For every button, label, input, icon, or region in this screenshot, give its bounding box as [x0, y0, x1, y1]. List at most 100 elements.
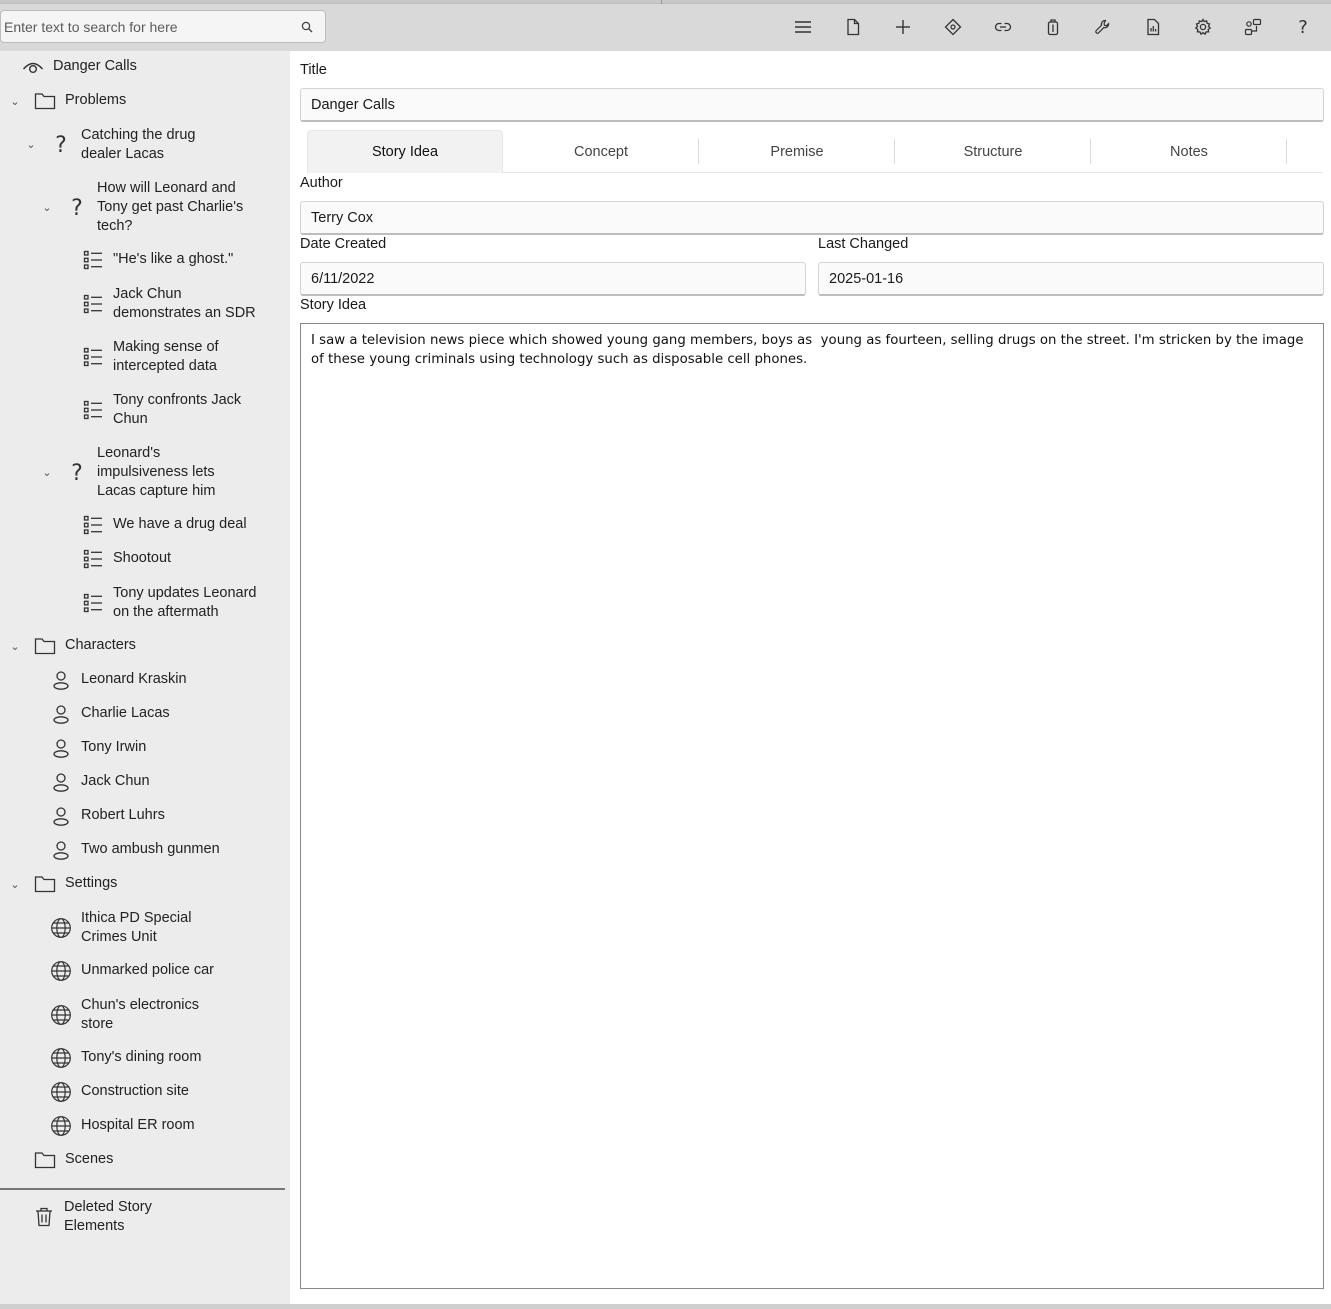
title-field[interactable] [311, 96, 1323, 113]
question-icon: ? [55, 132, 67, 158]
folder-icon [33, 634, 57, 658]
tab-premise[interactable]: Premise [699, 130, 895, 173]
author-label: Author [300, 175, 343, 191]
tab-label: Premise [770, 143, 824, 160]
person-icon [49, 804, 73, 828]
search-input[interactable] [1, 11, 289, 42]
settings-icon[interactable] [1185, 10, 1221, 44]
help-label: ? [1298, 16, 1308, 38]
person-icon [49, 838, 73, 862]
list-icon [81, 513, 105, 537]
tools-icon[interactable] [1085, 10, 1121, 44]
tree-node-label: We have a drug deal [113, 516, 247, 532]
story-tree-sidebar: Danger Calls ⌄ Problems ⌄ ? Catching the… [0, 51, 290, 1304]
tree-node-label: Making sense of intercepted data [113, 339, 219, 374]
tree-node-label: Chun's electronics store [81, 997, 200, 1032]
tree-node-label: Tony's dining room [81, 1049, 202, 1065]
tree-node-label: Leonard's impulsiveness lets Lacas captu… [97, 445, 216, 499]
tree-node-label: Tony updates Leonard on the aftermath [113, 585, 257, 620]
story-overview-form: Title Story Idea Concept Premise Structu… [290, 51, 1331, 1304]
person-icon [49, 702, 73, 726]
tree-node-label: Two ambush gunmen [81, 841, 220, 857]
author-field[interactable] [311, 209, 1323, 226]
tab-label: Structure [963, 143, 1023, 160]
title-label: Title [300, 62, 327, 78]
toolbar: ? [0, 4, 1331, 51]
story-idea-label: Story Idea [300, 297, 367, 313]
story-idea-textarea[interactable]: I saw a television news piece which show… [311, 331, 1313, 1281]
tab-divider [1286, 139, 1287, 164]
copy-icon[interactable] [1035, 10, 1071, 44]
chevron-down-icon[interactable]: ⌄ [8, 638, 22, 657]
window-bottom-strip [0, 1304, 1331, 1309]
tab-bar: Story Idea Concept Premise Structure Not… [307, 130, 1323, 173]
tree-node-label: Construction site [81, 1083, 189, 1099]
new-file-icon[interactable] [835, 10, 871, 44]
chevron-down-icon[interactable]: ⌄ [24, 136, 38, 155]
tree-node-label: Jack Chun demonstrates an SDR [113, 286, 256, 321]
tab-structure[interactable]: Structure [895, 130, 1091, 173]
add-icon[interactable] [885, 10, 921, 44]
date-created-field-box[interactable] [300, 262, 806, 296]
tree-node-label: Robert Luhrs [81, 807, 165, 823]
story-idea-box[interactable]: I saw a television news piece which show… [300, 323, 1324, 1289]
author-field-box[interactable] [300, 201, 1324, 235]
sidebar-divider [0, 1188, 285, 1190]
tree-node-label: Tony Irwin [81, 739, 147, 755]
tab-story-idea[interactable]: Story Idea [307, 130, 503, 173]
help-icon[interactable]: ? [1285, 10, 1321, 44]
list-icon [81, 591, 105, 615]
list-icon [81, 547, 105, 571]
chevron-down-icon[interactable]: ⌄ [8, 93, 22, 112]
menu-icon[interactable] [785, 10, 821, 44]
globe-icon [49, 1080, 73, 1104]
collaborate-icon[interactable] [1235, 10, 1271, 44]
tab-concept[interactable]: Concept [503, 130, 699, 173]
date-created-label: Date Created [300, 236, 387, 252]
folder-icon [33, 872, 57, 896]
trash-icon [32, 1205, 56, 1229]
tree-node-label: "He's like a ghost." [113, 251, 234, 267]
tree-node-label: Shootout [113, 550, 172, 566]
title-field-box[interactable] [300, 88, 1324, 122]
folder-icon [33, 1148, 57, 1172]
tree-node-label: Jack Chun [81, 773, 150, 789]
list-icon [81, 292, 105, 316]
tree-node-label: Tony confronts Jack Chun [113, 392, 242, 427]
globe-icon [49, 1114, 73, 1138]
last-changed-label: Last Changed [818, 236, 909, 252]
folder-icon [33, 89, 57, 113]
globe-icon [49, 959, 73, 983]
tab-label: Story Idea [371, 144, 439, 160]
list-icon [81, 398, 105, 422]
last-changed-field[interactable] [829, 270, 1323, 287]
eye-icon [21, 55, 45, 79]
search-icon[interactable] [289, 11, 325, 42]
move-icon[interactable] [935, 10, 971, 44]
person-icon [49, 668, 73, 692]
tree-folder-label: Characters [65, 637, 136, 653]
person-icon [49, 736, 73, 760]
tree-folder-label: Settings [65, 875, 118, 891]
globe-icon [49, 916, 73, 940]
last-changed-field-box[interactable] [818, 262, 1324, 296]
tree-node-label: Leonard Kraskin [81, 671, 187, 687]
tree-node-label: Unmarked police car [81, 962, 214, 978]
chevron-down-icon[interactable]: ⌄ [40, 464, 54, 483]
tree-node-label: How will Leonard and Tony get past Charl… [97, 180, 244, 234]
search-box[interactable] [0, 10, 326, 43]
report-icon[interactable] [1135, 10, 1171, 44]
date-created-field[interactable] [311, 270, 805, 287]
link-icon[interactable] [985, 10, 1021, 44]
tree-node-label: Ithica PD Special Crimes Unit [81, 910, 192, 945]
chevron-down-icon[interactable]: ⌄ [8, 876, 22, 895]
tab-label: Notes [1170, 143, 1208, 160]
person-icon [49, 770, 73, 794]
list-icon [81, 345, 105, 369]
tree-node-label: Deleted Story Elements [64, 1199, 152, 1234]
question-icon: ? [71, 195, 83, 221]
chevron-down-icon[interactable]: ⌄ [40, 199, 54, 218]
tab-notes[interactable]: Notes [1091, 130, 1287, 173]
tab-label: Concept [573, 143, 628, 160]
tree-node-label: Danger Calls [53, 58, 137, 74]
